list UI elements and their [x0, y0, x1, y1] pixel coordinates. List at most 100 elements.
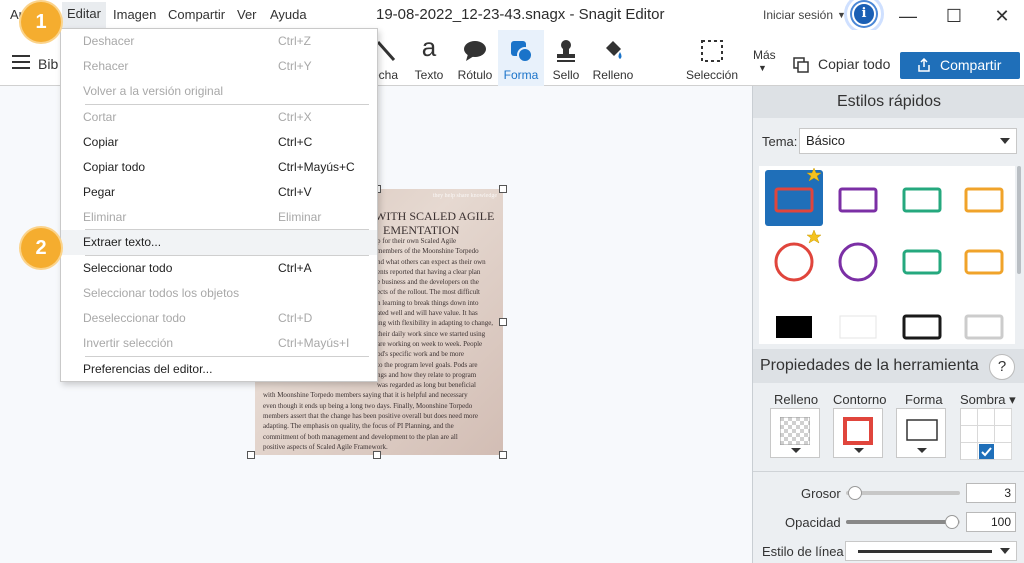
step-badge-2: 2	[21, 228, 61, 268]
shape-picker[interactable]	[896, 408, 946, 458]
fill-picker[interactable]	[770, 408, 820, 458]
outline-picker[interactable]	[833, 408, 883, 458]
menu-ver[interactable]: Ver	[232, 7, 262, 22]
tool-properties-title: Propiedades de la herramienta	[753, 349, 1024, 383]
tool-label: Relleno	[592, 68, 634, 82]
menu-item-paste[interactable]: Pegar Ctrl+V	[61, 180, 377, 205]
style-swatch[interactable]	[829, 170, 887, 226]
menu-ayuda[interactable]: Ayuda	[265, 7, 312, 22]
resize-handle[interactable]	[499, 185, 507, 193]
menu-imagen[interactable]: Imagen	[108, 7, 161, 22]
maximize-icon[interactable]: ☐	[943, 6, 965, 27]
style-swatch[interactable]	[893, 170, 951, 226]
checkbox-checked-icon[interactable]	[978, 443, 995, 460]
login-link[interactable]: Iniciar sesión	[763, 8, 833, 22]
shadow-label[interactable]: Sombra ▾	[960, 392, 1016, 408]
opacity-input[interactable]: 100	[966, 512, 1016, 532]
info-glyph: i	[852, 2, 876, 26]
hamburger-menu-icon[interactable]	[12, 55, 30, 69]
share-icon	[918, 58, 930, 72]
selection-icon	[701, 40, 723, 62]
chevron-down-icon[interactable]: ▼	[758, 63, 767, 73]
image-heading: WITH SCALED AGILE EMENTATION	[375, 209, 495, 237]
resize-handle[interactable]	[247, 451, 255, 459]
menu-item-revert[interactable]: Volver a la versión original	[61, 79, 377, 104]
opacity-slider-thumb[interactable]	[945, 515, 959, 529]
style-swatch[interactable]	[829, 294, 887, 350]
menu-item-deselect-all[interactable]: Deseleccionar todo Ctrl+D	[61, 306, 377, 331]
menu-item-select-all-objects[interactable]: Seleccionar todos los objetos	[61, 281, 377, 306]
more-button[interactable]: Más	[753, 48, 776, 62]
style-swatch[interactable]	[765, 294, 823, 350]
fill-label: Relleno	[774, 392, 819, 407]
chevron-down-icon	[1000, 548, 1010, 554]
tool-stamp[interactable]: Sello	[546, 30, 586, 86]
line-style-select[interactable]	[845, 541, 1017, 561]
tool-label: Selección	[685, 68, 739, 82]
rectangle-icon	[906, 419, 938, 441]
style-swatch[interactable]	[829, 232, 887, 288]
library-button[interactable]: Bib	[38, 56, 58, 72]
resize-handle[interactable]	[499, 451, 507, 459]
menu-compartir[interactable]: Compartir	[163, 7, 230, 22]
menu-item-cut[interactable]: Cortar Ctrl+X	[61, 105, 377, 130]
window-title: 19-08-2022_12-23-43.snagx - Snagit Edito…	[376, 6, 665, 23]
close-icon[interactable]: ✕	[991, 6, 1013, 27]
style-swatch[interactable]	[955, 294, 1013, 350]
chevron-down-icon	[917, 448, 927, 453]
thickness-slider-thumb[interactable]	[848, 486, 862, 500]
shape-icon	[511, 41, 533, 63]
menu-item-redo[interactable]: Rehacer Ctrl+Y	[61, 54, 377, 79]
quick-styles-title: Estilos rápidos	[753, 86, 1024, 118]
menu-item-preferences[interactable]: Preferencias del editor...	[61, 357, 377, 382]
menu-item-undo[interactable]: Deshacer Ctrl+Z	[61, 29, 377, 54]
copy-all-button[interactable]: Copiar todo	[818, 56, 890, 72]
help-button[interactable]: ?	[989, 354, 1015, 380]
shadow-grid[interactable]	[960, 408, 1012, 460]
scrollbar[interactable]	[1017, 166, 1021, 274]
menu-item-delete[interactable]: Eliminar Eliminar	[61, 205, 377, 230]
star-icon	[807, 168, 821, 182]
tool-text[interactable]: a Texto	[408, 30, 450, 86]
chevron-down-icon	[1000, 138, 1010, 144]
tool-shape[interactable]: Forma	[498, 30, 544, 86]
menu-item-copy-all[interactable]: Copiar todo Ctrl+Mayús+C	[61, 155, 377, 180]
tool-label: Sello	[552, 68, 580, 82]
share-button[interactable]: Compartir	[900, 52, 1020, 79]
menu-item-invert-selection[interactable]: Invertir selección Ctrl+Mayús+I	[61, 331, 377, 356]
step-badge-1: 1	[21, 2, 61, 42]
right-panel: Estilos rápidos Tema: Básico Propiedades…	[752, 86, 1024, 563]
menu-item-extract-text[interactable]: Extraer texto...	[61, 230, 377, 255]
divider	[753, 471, 1024, 472]
thickness-slider[interactable]	[846, 491, 960, 495]
tool-fill[interactable]: Relleno	[588, 30, 638, 86]
theme-select[interactable]: Básico	[799, 128, 1017, 154]
style-swatch[interactable]	[893, 294, 951, 350]
thickness-label: Grosor	[801, 486, 841, 501]
line-style-preview	[858, 550, 992, 553]
callout-icon	[464, 41, 486, 61]
info-avatar-icon[interactable]: i	[844, 0, 884, 34]
menu-editar[interactable]: Editar	[62, 2, 106, 28]
tool-callout[interactable]: Rótulo	[452, 30, 498, 86]
theme-label: Tema:	[762, 134, 798, 149]
chevron-down-icon	[854, 448, 864, 453]
thickness-input[interactable]: 3	[966, 483, 1016, 503]
style-swatch[interactable]	[955, 232, 1013, 288]
tool-selection[interactable]: Selección	[680, 30, 744, 86]
menu-item-copy[interactable]: Copiar Ctrl+C	[61, 130, 377, 155]
line-style-label: Estilo de línea	[762, 544, 844, 559]
style-swatch[interactable]	[955, 170, 1013, 226]
stamp-icon	[557, 40, 575, 62]
resize-handle[interactable]	[499, 318, 507, 326]
style-swatch[interactable]	[893, 232, 951, 288]
minimize-icon[interactable]: —	[897, 6, 919, 27]
share-label: Compartir	[940, 57, 1002, 73]
resize-handle[interactable]	[373, 451, 381, 459]
transparent-pattern-icon	[780, 417, 810, 445]
copy-icon	[793, 57, 809, 73]
menu-item-select-all[interactable]: Seleccionar todo Ctrl+A	[61, 256, 377, 281]
fill-icon	[606, 41, 622, 59]
tool-label: Rótulo	[457, 68, 493, 82]
outline-label: Contorno	[833, 392, 887, 407]
